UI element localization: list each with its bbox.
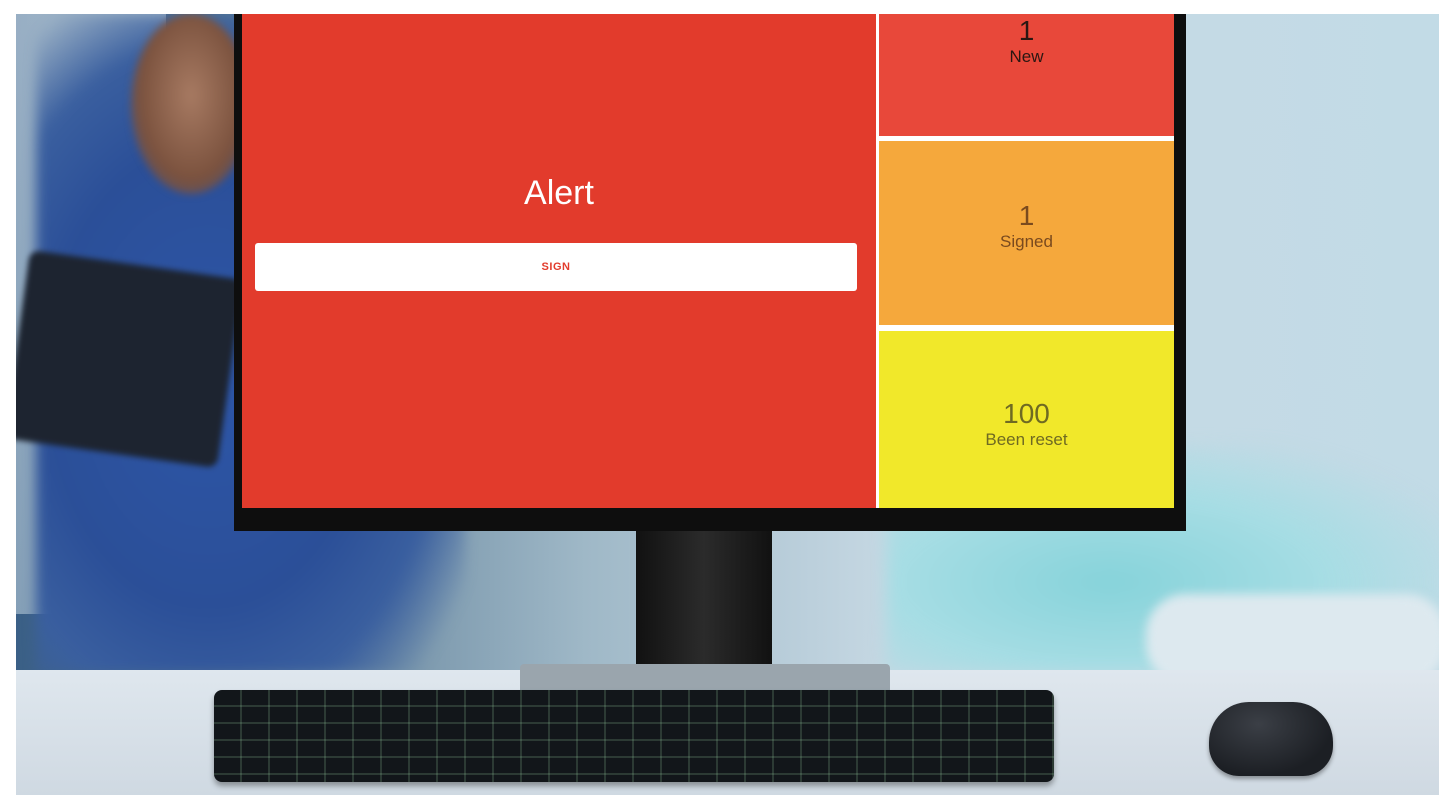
signed-label: Signed	[1000, 232, 1053, 251]
sign-button[interactable]: SIGN	[255, 243, 857, 291]
alert-title: Alert	[524, 174, 594, 212]
alert-panel: Alert SIGN	[242, 14, 876, 508]
computer-mouse	[1209, 702, 1333, 776]
status-tile-signed[interactable]: 1 Signed	[879, 141, 1174, 325]
signed-count: 1	[1018, 200, 1035, 231]
tile-content: 100 Been reset	[879, 399, 1174, 451]
background-tablet	[16, 249, 244, 469]
office-photo-background: Alert SIGN 1 New 1 Signed 100 Been reset	[16, 14, 1439, 795]
new-label: New	[1009, 47, 1044, 66]
status-tile-been-reset[interactable]: 100 Been reset	[879, 331, 1174, 508]
monitor: Alert SIGN 1 New 1 Signed 100 Been reset	[234, 14, 1186, 531]
status-tile-new[interactable]: 1 New	[879, 14, 1174, 136]
tile-content: 1 New	[879, 16, 1174, 68]
keyboard	[214, 690, 1054, 782]
background-doctor-head	[131, 14, 251, 194]
tile-content: 1 Signed	[879, 201, 1174, 253]
been-reset-label: Been reset	[985, 430, 1068, 449]
monitor-screen: Alert SIGN 1 New 1 Signed 100 Been reset	[242, 14, 1174, 508]
been-reset-count: 100	[1003, 398, 1050, 429]
new-count: 1	[1018, 15, 1035, 46]
